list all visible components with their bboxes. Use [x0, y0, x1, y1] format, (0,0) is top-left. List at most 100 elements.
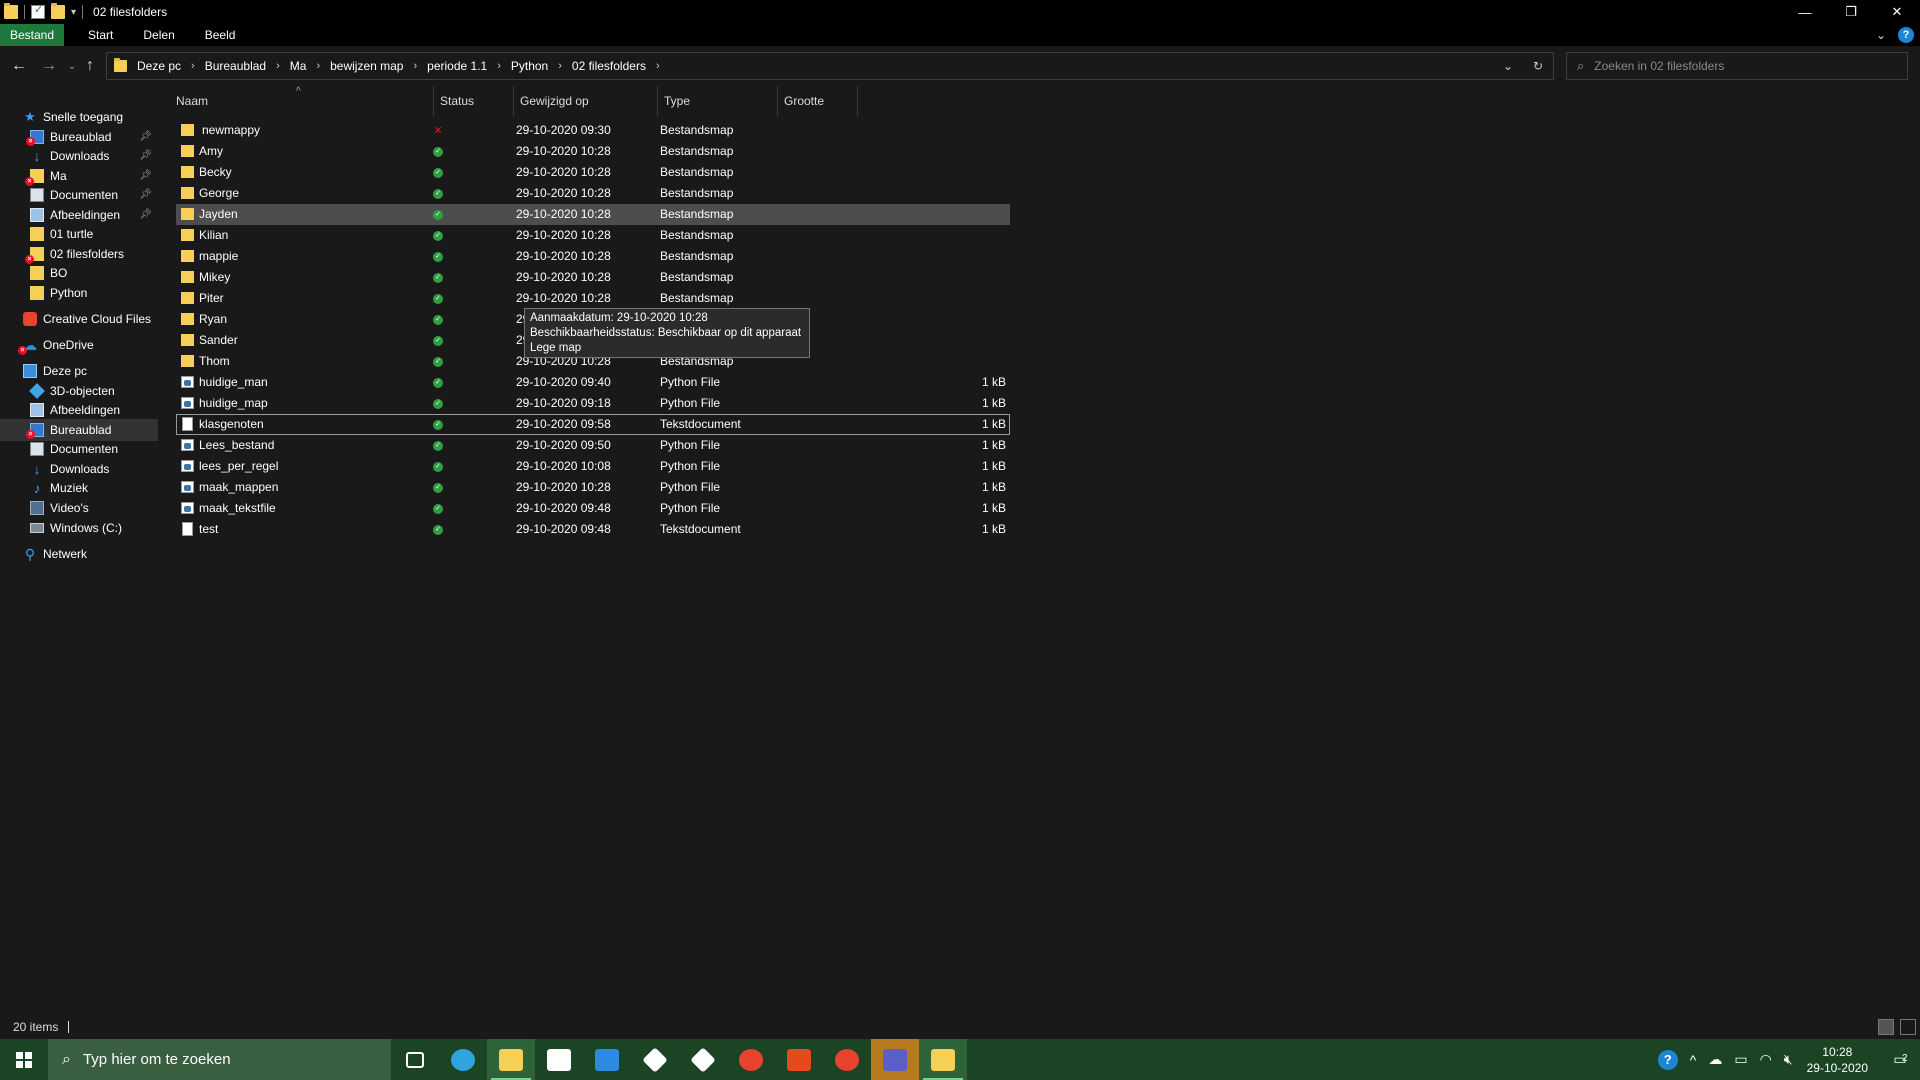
wifi-icon[interactable]: ◠ [1760, 1051, 1772, 1068]
tab-beeld[interactable]: Beeld [195, 24, 246, 46]
file-row[interactable]: klasgenoten ✓ 29-10-2020 09:58 Tekstdocumen… [176, 414, 1010, 435]
restore-button[interactable]: ❐ [1828, 0, 1874, 24]
chevron-right-icon[interactable]: › [191, 60, 195, 72]
breadcrumb-item[interactable]: Deze pc [137, 59, 181, 73]
recent-locations-button[interactable]: ⌄ [64, 61, 80, 72]
chevron-right-icon[interactable]: › [497, 60, 501, 72]
taskbar-app[interactable] [727, 1039, 775, 1080]
file-row[interactable]: mappie ✓ 29-10-2020 10:28 Bestandsmap [176, 246, 1010, 267]
taskbar-app[interactable] [823, 1039, 871, 1080]
minimize-button[interactable]: — [1782, 0, 1828, 24]
expand-ribbon-icon[interactable]: ⌄ [1876, 28, 1886, 42]
nav-item[interactable]: Video's [30, 497, 89, 519]
show-hidden-icons-icon[interactable]: ^ [1690, 1052, 1697, 1068]
file-row[interactable]: newmappy ✕ 29-10-2020 09:30 Bestandsmap [176, 120, 1010, 141]
onedrive-error-icon[interactable]: ☁ [1708, 1051, 1722, 1068]
taskbar-app[interactable] [391, 1039, 439, 1080]
file-row[interactable]: huidige_map ✓ 29-10-2020 09:18 Python File 1… [176, 393, 1010, 414]
taskbar-app[interactable] [919, 1039, 967, 1080]
file-row[interactable]: test ✓ 29-10-2020 09:48 Tekstdocument 1 kB [176, 519, 1010, 540]
chevron-right-icon[interactable]: › [316, 60, 320, 72]
column-header-name[interactable]: Naam [170, 86, 434, 116]
volume-muted-icon[interactable]: 🔇︎ [1784, 1051, 1793, 1068]
column-header-modified[interactable]: Gewijzigd op [514, 86, 658, 116]
taskbar-app[interactable] [871, 1039, 919, 1080]
file-row[interactable]: Jayden ✓ 29-10-2020 10:28 Bestandsmap [176, 204, 1010, 225]
file-row[interactable]: Piter ✓ 29-10-2020 10:28 Bestandsmap [176, 288, 1010, 309]
large-icons-view-button[interactable] [1900, 1019, 1916, 1035]
close-button[interactable]: ✕ [1874, 0, 1920, 24]
file-row[interactable]: maak_tekstfile ✓ 29-10-2020 09:48 Python Fi… [176, 498, 1010, 519]
nav-item[interactable]: ♪ Muziek [30, 477, 89, 499]
breadcrumb-item[interactable]: periode 1.1 [427, 59, 487, 73]
chevron-right-icon[interactable]: › [413, 60, 417, 72]
breadcrumb-item[interactable]: 02 filesfolders [572, 59, 646, 73]
taskbar-app[interactable] [439, 1039, 487, 1080]
nav-item[interactable]: Documenten [30, 184, 118, 206]
taskbar-app[interactable] [535, 1039, 583, 1080]
taskbar: ⌕ Typ hier om te zoeken ? ^ ☁ ▭ ◠ 🔇︎ 10:… [0, 1039, 1920, 1080]
breadcrumb-item[interactable]: Python [511, 59, 548, 73]
start-button[interactable] [0, 1039, 48, 1080]
file-modified: 29-10-2020 09:40 [516, 375, 611, 389]
clock[interactable]: 10:28 29-10-2020 [1807, 1044, 1868, 1076]
file-row[interactable]: Becky ✓ 29-10-2020 10:28 Bestandsmap [176, 162, 1010, 183]
file-row[interactable]: Lees_bestand ✓ 29-10-2020 09:50 Python File… [176, 435, 1010, 456]
chevron-right-icon[interactable]: › [656, 60, 660, 72]
file-row[interactable]: Amy ✓ 29-10-2020 10:28 Bestandsmap [176, 141, 1010, 162]
nav-item[interactable]: BO [30, 262, 67, 284]
folder-icon [181, 145, 194, 157]
file-type: Python File [660, 480, 721, 494]
file-row[interactable]: huidige_man ✓ 29-10-2020 09:40 Python File 1… [176, 372, 1010, 393]
breadcrumb-item[interactable]: Ma [290, 59, 307, 73]
taskbar-search[interactable]: ⌕ Typ hier om te zoeken [48, 1039, 391, 1080]
search-box[interactable]: ⌕ Zoeken in 02 filesfolders [1566, 52, 1908, 80]
column-header-status[interactable]: Status [434, 86, 514, 116]
address-dropdown-icon[interactable]: ⌄ [1493, 59, 1523, 73]
file-row[interactable]: Mikey ✓ 29-10-2020 10:28 Bestandsmap [176, 267, 1010, 288]
nav-item[interactable]: Python [30, 282, 87, 304]
nav-item[interactable]: Creative Cloud Files [23, 308, 151, 330]
back-button[interactable]: ← [4, 57, 34, 75]
taskbar-app[interactable] [775, 1039, 823, 1080]
nav-item[interactable]: ☁ × OneDrive [18, 334, 94, 356]
column-header-type[interactable]: Type [658, 86, 778, 116]
tab-bestand[interactable]: Bestand [0, 24, 65, 46]
file-row[interactable]: maak_mappen ✓ 29-10-2020 10:28 Python File 1… [176, 477, 1010, 498]
nav-item[interactable]: Deze pc [23, 360, 87, 382]
nav-item[interactable]: Documenten [30, 438, 118, 460]
column-header-size[interactable]: Grootte [778, 86, 858, 116]
nav-item[interactable]: ⚲ Netwerk [23, 543, 87, 565]
tab-delen[interactable]: Delen [133, 24, 184, 46]
nav-item[interactable]: Windows (C:) [30, 517, 122, 539]
customize-toolbar-icon[interactable]: ▾ [71, 7, 76, 18]
chevron-right-icon[interactable]: › [558, 60, 562, 72]
taskbar-app[interactable] [487, 1039, 535, 1080]
refresh-icon[interactable]: ↻ [1523, 59, 1553, 73]
help-icon[interactable]: ? [1898, 27, 1914, 43]
taskbar-app[interactable] [631, 1039, 679, 1080]
taskbar-app[interactable] [583, 1039, 631, 1080]
tab-start[interactable]: Start [78, 24, 123, 46]
battery-icon[interactable]: ▭ [1734, 1051, 1747, 1068]
breadcrumb-item[interactable]: bewijzen map [330, 59, 403, 73]
forward-button[interactable]: → [34, 57, 64, 75]
help-icon[interactable]: ? [1657, 1049, 1678, 1070]
taskbar-app[interactable] [679, 1039, 727, 1080]
up-button[interactable]: ↑ [80, 57, 100, 75]
new-folder-icon[interactable] [51, 3, 65, 19]
nav-item[interactable]: ↓ Downloads [30, 145, 110, 167]
file-row[interactable]: Kilian ✓ 29-10-2020 10:28 Bestandsmap [176, 225, 1010, 246]
nav-item[interactable]: ★ Snelle toegang [23, 106, 123, 128]
notifications-button[interactable]: ▭ 2 [1880, 1039, 1920, 1080]
file-row[interactable]: lees_per_regel ✓ 29-10-2020 10:08 Python Fi… [176, 456, 1010, 477]
nav-item[interactable]: Afbeeldingen [30, 399, 120, 421]
chevron-right-icon[interactable]: › [276, 60, 280, 72]
breadcrumb-item[interactable]: Bureaublad [205, 59, 266, 73]
details-view-button[interactable] [1878, 1019, 1894, 1035]
file-modified: 29-10-2020 10:28 [516, 228, 611, 242]
file-row[interactable]: George ✓ 29-10-2020 10:28 Bestandsmap [176, 183, 1010, 204]
properties-icon[interactable] [31, 3, 45, 19]
address-bar[interactable]: Deze pc › Bureaublad › Ma › bewijzen map › perio… [106, 52, 1554, 80]
nav-item[interactable]: 01 turtle [30, 223, 93, 245]
